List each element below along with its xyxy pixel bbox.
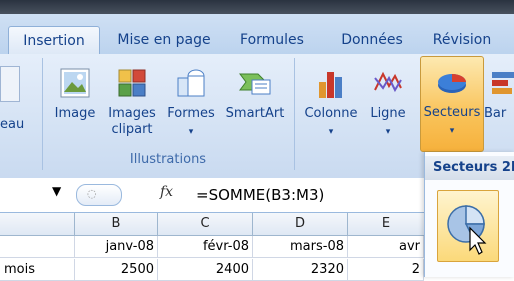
row-header-corner[interactable] bbox=[0, 213, 75, 236]
cell-date[interactable]: avr bbox=[348, 236, 424, 258]
name-box[interactable]: ▼ bbox=[0, 184, 68, 206]
chevron-down-icon[interactable]: ▼ bbox=[52, 184, 61, 198]
chevron-down-icon: ▾ bbox=[188, 127, 194, 137]
clipart-label-1: Images bbox=[108, 106, 156, 121]
bar-chart-label: Bar bbox=[484, 106, 507, 121]
image-button[interactable]: Image bbox=[50, 62, 100, 162]
shapes-button[interactable]: Formes ▾ bbox=[162, 62, 220, 162]
cell-value[interactable]: 2400 bbox=[158, 259, 253, 281]
column-header-b[interactable]: B bbox=[75, 213, 158, 236]
shapes-icon bbox=[177, 69, 205, 97]
column-header-e[interactable]: E bbox=[348, 213, 425, 236]
cell-date[interactable]: mars-08 bbox=[253, 236, 348, 258]
column-chart-icon bbox=[319, 72, 342, 98]
cell-date[interactable]: janv-08 bbox=[75, 236, 158, 258]
smartart-icon bbox=[239, 73, 271, 95]
image-icon bbox=[60, 68, 90, 98]
image-label: Image bbox=[54, 106, 96, 121]
clipart-icon bbox=[118, 69, 146, 97]
line-chart-button[interactable]: Ligne ▾ bbox=[364, 62, 412, 162]
bar-chart-button[interactable]: Bar bbox=[484, 62, 514, 162]
cell-value[interactable]: 2500 bbox=[75, 259, 158, 281]
partial-button-label[interactable]: eau bbox=[0, 117, 34, 133]
group-label-illustrations: Illustrations bbox=[129, 152, 207, 167]
tab-mise-en-page[interactable]: Mise en page bbox=[108, 26, 220, 54]
formula-expand-button[interactable]: ◌ bbox=[76, 184, 122, 206]
dropdown-title: Secteurs 2D bbox=[425, 156, 514, 180]
chevron-down-icon: ▾ bbox=[449, 126, 455, 136]
window-top-bar bbox=[0, 0, 514, 14]
smartart-label: SmartArt bbox=[225, 106, 285, 121]
cell-date[interactable]: févr-08 bbox=[158, 236, 253, 258]
tab-formules[interactable]: Formules bbox=[226, 26, 318, 54]
tab-revision[interactable]: Révision bbox=[420, 26, 504, 54]
shapes-label: Formes bbox=[167, 106, 215, 121]
table-icon bbox=[0, 66, 20, 102]
line-chart-icon bbox=[374, 71, 402, 93]
tab-donnees[interactable]: Données bbox=[326, 26, 418, 54]
pie-chart-button[interactable]: Secteurs ▾ bbox=[420, 56, 484, 152]
group-separator bbox=[42, 58, 43, 170]
cell-value[interactable]: 2 bbox=[348, 259, 424, 281]
pie-chart-label: Secteurs bbox=[423, 105, 481, 120]
fx-button[interactable]: fx bbox=[160, 184, 184, 206]
chevron-down-icon: ▾ bbox=[385, 127, 391, 137]
ribbon-tab-row: Insertion Mise en page Formules Données … bbox=[0, 14, 514, 55]
line-chart-label: Ligne bbox=[370, 106, 406, 121]
cell-value[interactable]: 2320 bbox=[253, 259, 348, 281]
pie-chart-dropdown: Secteurs 2D bbox=[424, 152, 514, 277]
column-chart-label: Colonne bbox=[304, 106, 358, 121]
chevron-down-icon: ▾ bbox=[328, 127, 334, 137]
column-chart-button[interactable]: Colonne ▾ bbox=[298, 62, 364, 162]
pie-chart-icon bbox=[438, 74, 466, 93]
pie-2d-icon bbox=[447, 205, 487, 255]
clipart-label-2: clipart bbox=[111, 122, 153, 137]
clipart-button[interactable]: Images clipart bbox=[104, 62, 160, 162]
tab-insertion[interactable]: Insertion bbox=[8, 26, 100, 55]
cell[interactable] bbox=[0, 236, 75, 258]
smartart-button[interactable]: SmartArt bbox=[220, 62, 290, 162]
formula-input[interactable]: =SOMME(B3:M3) bbox=[196, 184, 416, 206]
bar-chart-icon bbox=[492, 72, 514, 94]
group-separator bbox=[294, 58, 295, 170]
pie-2d-option[interactable] bbox=[437, 190, 499, 262]
column-header-c[interactable]: C bbox=[158, 213, 253, 236]
formula-bar: ▼ ◌ fx =SOMME(B3:M3) bbox=[0, 178, 426, 213]
cell-row-label[interactable]: mois bbox=[0, 259, 75, 281]
circle-icon: ◌ bbox=[87, 187, 97, 200]
column-header-d[interactable]: D bbox=[253, 213, 348, 236]
